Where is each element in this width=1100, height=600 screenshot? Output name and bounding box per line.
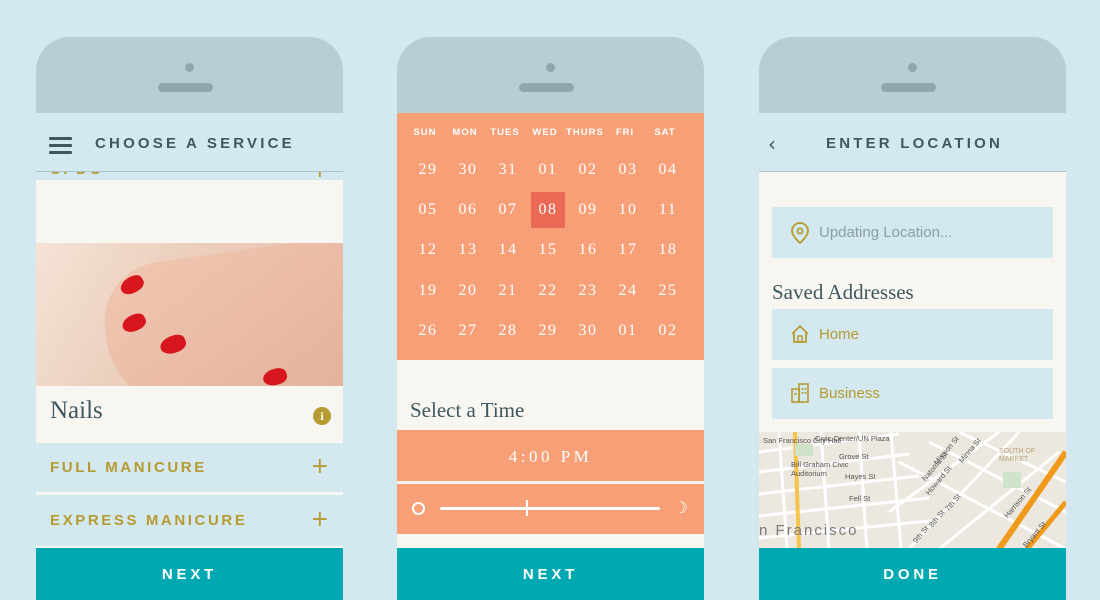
hamburger-menu-icon[interactable] (49, 137, 72, 154)
page-title: CHOOSE A SERVICE (95, 135, 295, 152)
calendar-day[interactable]: 31 (491, 152, 525, 188)
weekday-header: TUES (490, 127, 520, 138)
screen: UPDO + CHOOSE A SERVICE Nails i FULL MAN… (36, 113, 343, 600)
page-title: ENTER LOCATION (826, 135, 1004, 152)
map-city-label: n Francisco (759, 522, 859, 539)
map-label: Grove St (839, 452, 869, 461)
home-icon (791, 324, 809, 343)
calendar-day[interactable]: 02 (651, 313, 685, 349)
calendar-day[interactable]: 26 (411, 313, 445, 349)
phone-choose-service: UPDO + CHOOSE A SERVICE Nails i FULL MAN… (36, 37, 343, 600)
calendar-day[interactable]: 14 (491, 232, 525, 268)
calendar-day[interactable]: 20 (451, 273, 485, 309)
address-label: Business (819, 385, 880, 402)
phone-camera (546, 63, 555, 72)
calendar-day[interactable]: 22 (531, 273, 565, 309)
calendar-day[interactable]: 04 (651, 152, 685, 188)
back-chevron-icon[interactable]: ‹ (768, 132, 776, 156)
location-placeholder: Updating Location... (819, 224, 953, 241)
list-item-full-manicure[interactable]: FULL MANICURE + (36, 443, 343, 492)
weekday-header: FRI (615, 127, 635, 138)
calendar-day[interactable]: 30 (451, 152, 485, 188)
calendar-day[interactable]: 27 (451, 313, 485, 349)
weekday-header: SAT (654, 127, 676, 138)
building-icon (791, 383, 809, 403)
screen: ‹ ENTER LOCATION Updating Location... Sa… (759, 113, 1066, 600)
screen: SUN MON TUES WED THURS FRI SAT 29 30 31 01 02 03 04 05… (397, 113, 704, 600)
address-label: Home (819, 326, 860, 343)
plus-icon[interactable]: + (311, 509, 329, 531)
map-label: Fell St (849, 494, 871, 503)
weekday-header: MON (452, 127, 478, 138)
calendar-day[interactable]: 17 (611, 232, 645, 268)
calendar-day[interactable]: 08 (531, 192, 565, 228)
phone-enter-location: ‹ ENTER LOCATION Updating Location... Sa… (759, 37, 1066, 600)
phone-select-time: SUN MON TUES WED THURS FRI SAT 29 30 31 01 02 03 04 05… (397, 37, 704, 600)
calendar-day[interactable]: 02 (571, 152, 605, 188)
address-item-home[interactable]: Home (772, 309, 1053, 360)
calendar-day[interactable]: 18 (651, 232, 685, 268)
sun-icon (412, 502, 425, 515)
calendar-day[interactable]: 30 (571, 313, 605, 349)
slider-thumb[interactable] (525, 500, 528, 516)
calendar-day[interactable]: 28 (491, 313, 525, 349)
service-label: EXPRESS MANICURE (50, 512, 248, 529)
calendar-day[interactable]: 10 (611, 192, 645, 228)
list-item-express-manicure[interactable]: EXPRESS MANICURE + (36, 495, 343, 546)
calendar-day[interactable]: 11 (651, 192, 685, 228)
header: ‹ ENTER LOCATION (759, 113, 1066, 172)
next-button[interactable]: NEXT (36, 548, 343, 600)
phone-camera (185, 63, 194, 72)
map[interactable]: San Francisco City Hall Civic Center/UN … (759, 432, 1066, 549)
calendar-day[interactable]: 01 (611, 313, 645, 349)
calendar-day[interactable]: 16 (571, 232, 605, 268)
phone-speaker (881, 83, 936, 92)
calendar-day[interactable]: 09 (571, 192, 605, 228)
location-search-input[interactable]: Updating Location... (772, 207, 1053, 258)
location-pin-icon (791, 222, 809, 244)
map-label: Bill Graham Civic Auditorium (791, 460, 849, 478)
calendar-day[interactable]: 12 (411, 232, 445, 268)
nails-photo (36, 243, 343, 386)
calendar-day[interactable]: 29 (531, 313, 565, 349)
plus-icon[interactable]: + (311, 456, 329, 478)
header: CHOOSE A SERVICE (36, 113, 343, 172)
calendar-day[interactable]: 21 (491, 273, 525, 309)
calendar-day[interactable]: 25 (651, 273, 685, 309)
section-title: Nails (50, 397, 103, 424)
calendar: SUN MON TUES WED THURS FRI SAT 29 30 31 01 02 03 04 05… (397, 113, 704, 360)
calendar-day[interactable]: 13 (451, 232, 485, 268)
done-button[interactable]: DONE (759, 548, 1066, 600)
calendar-day[interactable]: 29 (411, 152, 445, 188)
calendar-day[interactable]: 01 (531, 152, 565, 188)
address-item-business[interactable]: Business (772, 368, 1053, 419)
slider-track[interactable] (440, 507, 660, 510)
weekday-header: WED (532, 127, 558, 138)
saved-addresses-title: Saved Addresses (772, 280, 914, 304)
moon-icon: ☽ (673, 498, 688, 517)
calendar-day[interactable]: 06 (451, 192, 485, 228)
phone-speaker (519, 83, 574, 92)
calendar-day[interactable]: 07 (491, 192, 525, 228)
calendar-day[interactable]: 03 (611, 152, 645, 188)
next-button[interactable]: NEXT (397, 548, 704, 600)
weekday-header: SUN (413, 127, 437, 138)
phone-speaker (158, 83, 213, 92)
weekday-header: THURS (566, 127, 604, 138)
calendar-day[interactable]: 23 (571, 273, 605, 309)
info-icon[interactable]: i (313, 407, 331, 425)
service-label: FULL MANICURE (50, 459, 207, 476)
phone-camera (908, 63, 917, 72)
calendar-day[interactable]: 24 (611, 273, 645, 309)
map-label: Civic Center/UN Plaza (815, 434, 890, 443)
map-label: SOUTH OF MARKET (999, 448, 1036, 463)
time-value[interactable]: 4:00 PM (397, 430, 704, 481)
time-slider[interactable]: ☽ (397, 484, 704, 534)
calendar-day[interactable]: 05 (411, 192, 445, 228)
calendar-day[interactable]: 15 (531, 232, 565, 268)
calendar-day[interactable]: 19 (411, 273, 445, 309)
time-section-title: Select a Time (410, 398, 525, 422)
map-label: Hayes St (845, 472, 876, 481)
